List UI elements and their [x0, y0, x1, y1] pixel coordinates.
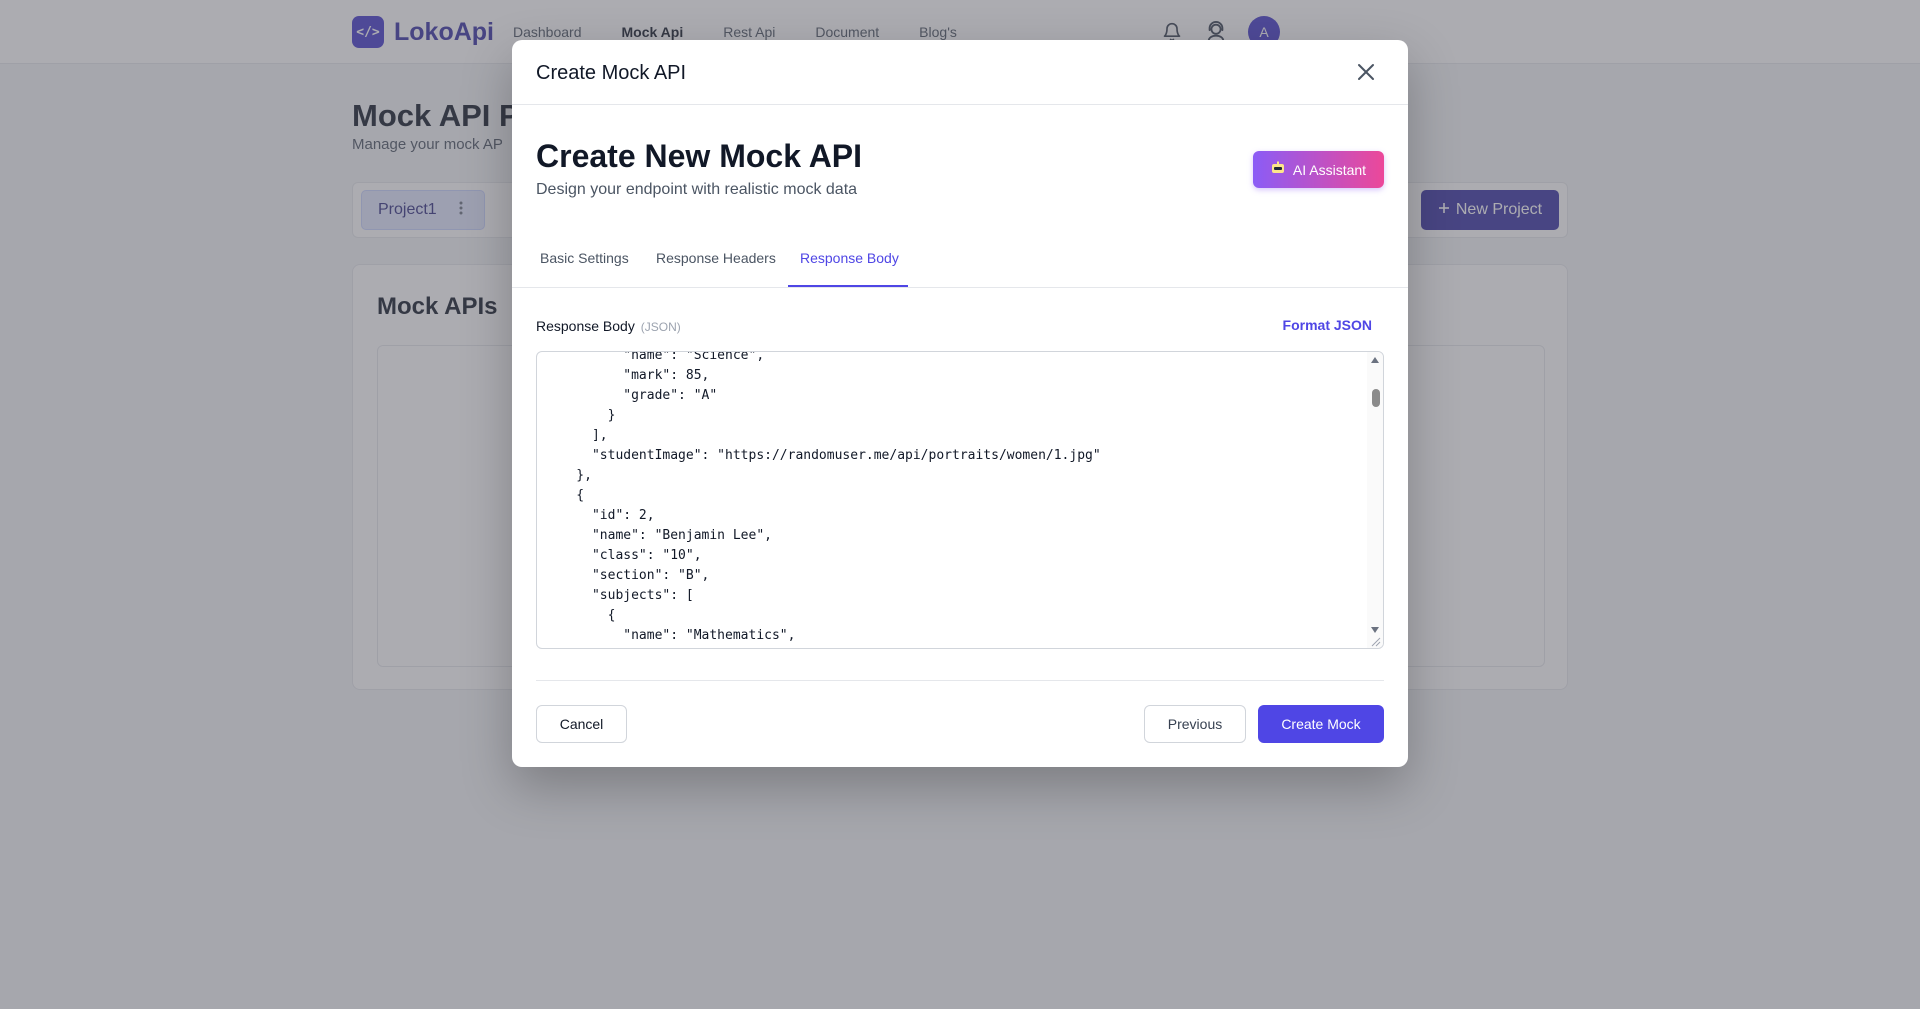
code-line: "name": "Benjamin Lee", [545, 528, 772, 543]
code-line: "mark": 78, [545, 646, 1101, 648]
code-line: }, [545, 468, 592, 483]
code-line: "grade": "A" [545, 388, 718, 403]
code-line: "id": 2, [545, 508, 655, 523]
code-line: "studentImage": "https://randomuser.me/a… [545, 448, 1101, 463]
cancel-button[interactable]: Cancel [536, 705, 627, 743]
code-line: "mark": 85, [545, 368, 710, 383]
tab-response-body[interactable]: Response Body [788, 250, 908, 287]
response-body-label-text: Response Body [536, 318, 635, 334]
previous-button[interactable]: Previous [1144, 705, 1246, 743]
ai-assistant-button[interactable]: AI Assistant [1253, 151, 1384, 188]
scroll-thumb[interactable] [1372, 389, 1380, 407]
code-line: ], [545, 428, 608, 443]
modal-header: Create Mock API [512, 40, 1408, 105]
code-line: } [545, 408, 616, 423]
response-body-hint: (JSON) [640, 320, 681, 334]
close-icon[interactable] [1354, 60, 1378, 84]
editor-scrollbar[interactable] [1367, 352, 1383, 648]
modal-title: Create Mock API [536, 62, 687, 84]
tab-basic-settings[interactable]: Basic Settings [540, 250, 629, 287]
response-body-label: Response Body (JSON) [536, 318, 681, 334]
code-line: { [545, 608, 616, 623]
create-mock-api-modal: Create Mock API Create New Mock API Desi… [512, 40, 1408, 767]
footer-divider [536, 680, 1384, 681]
code-line: "class": "10", [545, 548, 702, 563]
json-code[interactable]: "name": "Science", "mark": 85, "grade": … [545, 351, 1101, 648]
create-mock-button[interactable]: Create Mock [1258, 705, 1384, 743]
code-line: { [545, 488, 585, 503]
robot-icon [1271, 161, 1285, 178]
code-line: "subjects": [ [545, 588, 694, 603]
ai-assistant-label: AI Assistant [1292, 161, 1367, 178]
format-json-button[interactable]: Format JSON [1283, 317, 1372, 333]
tab-response-headers[interactable]: Response Headers [656, 250, 776, 287]
code-line: "name": "Mathematics", [545, 628, 796, 643]
resize-handle-icon[interactable] [1369, 634, 1381, 647]
scroll-up-arrow-icon[interactable] [1371, 357, 1379, 363]
code-line: "name": "Science", [545, 351, 765, 363]
tabs-divider [512, 287, 1408, 288]
response-body-editor[interactable]: "name": "Science", "mark": 85, "grade": … [536, 351, 1384, 649]
code-line: "section": "B", [545, 568, 710, 583]
modal-heading: Create New Mock API [536, 138, 863, 174]
scroll-down-arrow-icon[interactable] [1371, 627, 1379, 633]
modal-subheading: Design your endpoint with realistic mock… [536, 181, 858, 198]
